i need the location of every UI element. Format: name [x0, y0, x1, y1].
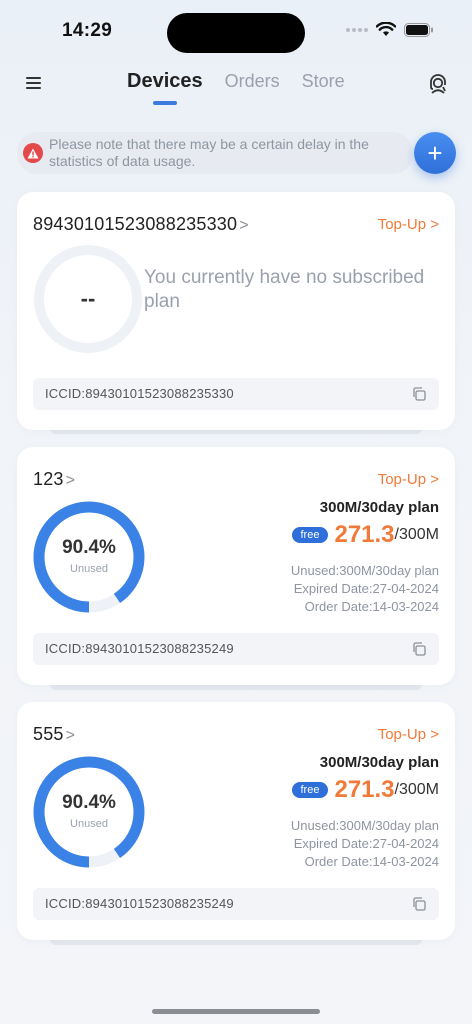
remaining-data: free 271.3 /300M [291, 521, 439, 549]
device-name-link[interactable]: 555 > [33, 724, 75, 745]
expired-date: Expired Date:27-04-2024 [293, 836, 439, 851]
status-bar: 14:29 [0, 0, 472, 62]
free-badge: free [291, 782, 329, 798]
device-name-link[interactable]: 89430101523088235330 > [33, 214, 249, 235]
order-date: Order Date:14-03-2024 [304, 854, 439, 869]
device-card[interactable]: 89430101523088235330 > Top-Up > -- You cu… [17, 192, 455, 430]
device-name-link[interactable]: 123 > [33, 469, 75, 490]
status-icons [346, 22, 434, 37]
device-card[interactable]: 123 > Top-Up > 90.4% Unused 300M/30day pl… [17, 447, 455, 685]
headset-support-icon[interactable] [426, 72, 450, 96]
home-indicator [152, 1009, 320, 1014]
unused-label: Unused [70, 818, 108, 830]
iccid-text: ICCID:89430101523088235249 [45, 641, 234, 656]
copy-icon[interactable] [411, 896, 427, 912]
top-nav: Devices Orders Store [0, 62, 472, 106]
free-badge: free [291, 527, 329, 543]
iccid-row: ICCID:89430101523088235249 [33, 888, 439, 920]
add-device-button[interactable]: + [414, 132, 456, 174]
top-up-link[interactable]: Top-Up > [378, 471, 439, 488]
no-plan-message: You currently have no subscribed plan [144, 267, 425, 312]
signal-icon [346, 27, 368, 32]
notice-text: Please note that there may be a certain … [49, 136, 369, 169]
remaining-data: free 271.3 /300M [291, 776, 439, 804]
copy-icon[interactable] [411, 641, 427, 657]
device-name: 123 [33, 469, 64, 489]
usage-percent: 90.4% [62, 792, 116, 813]
tab-devices[interactable]: Devices [127, 70, 203, 93]
usage-percent: 90.4% [62, 537, 116, 558]
device-name: 89430101523088235330 [33, 214, 238, 234]
tab-orders[interactable]: Orders [225, 71, 280, 92]
copy-icon[interactable] [411, 386, 427, 402]
chevron-right-icon: > [65, 472, 76, 489]
iccid-text: ICCID:89430101523088235330 [45, 386, 234, 401]
total-amount: /300M [394, 781, 439, 798]
top-up-link[interactable]: Top-Up > [378, 216, 439, 233]
plan-name: 300M/30day plan [319, 499, 439, 516]
dynamic-island [167, 13, 305, 53]
unused-detail: Unused:300M/30day plan [290, 818, 439, 833]
total-amount: /300M [394, 526, 439, 543]
wifi-icon [376, 22, 396, 36]
warning-icon [23, 143, 43, 163]
usage-placeholder: -- [80, 286, 96, 311]
iccid-text: ICCID:89430101523088235249 [45, 896, 234, 911]
iccid-row: ICCID:89430101523088235249 [33, 633, 439, 665]
top-up-link[interactable]: Top-Up > [378, 726, 439, 743]
device-name: 555 [33, 724, 64, 744]
remaining-amount: 271.3 [334, 521, 395, 548]
device-card[interactable]: 555 > Top-Up > 90.4% Unused 300M/30day pl… [17, 702, 455, 940]
chevron-right-icon: > [239, 217, 249, 234]
iccid-row: ICCID:89430101523088235330 [33, 378, 439, 410]
plan-name: 300M/30day plan [319, 754, 439, 771]
expired-date: Expired Date:27-04-2024 [293, 581, 439, 596]
unused-detail: Unused:300M/30day plan [290, 563, 439, 578]
data-delay-notice: Please note that there may be a certain … [17, 132, 413, 174]
status-time: 14:29 [62, 20, 113, 41]
battery-icon [404, 22, 433, 37]
remaining-amount: 271.3 [334, 776, 395, 803]
order-date: Order Date:14-03-2024 [304, 599, 439, 614]
chevron-right-icon: > [65, 727, 76, 744]
tab-store[interactable]: Store [302, 71, 345, 92]
menu-icon[interactable] [24, 74, 44, 92]
tab-bar: Devices Orders Store [127, 70, 345, 93]
unused-label: Unused [70, 563, 108, 575]
